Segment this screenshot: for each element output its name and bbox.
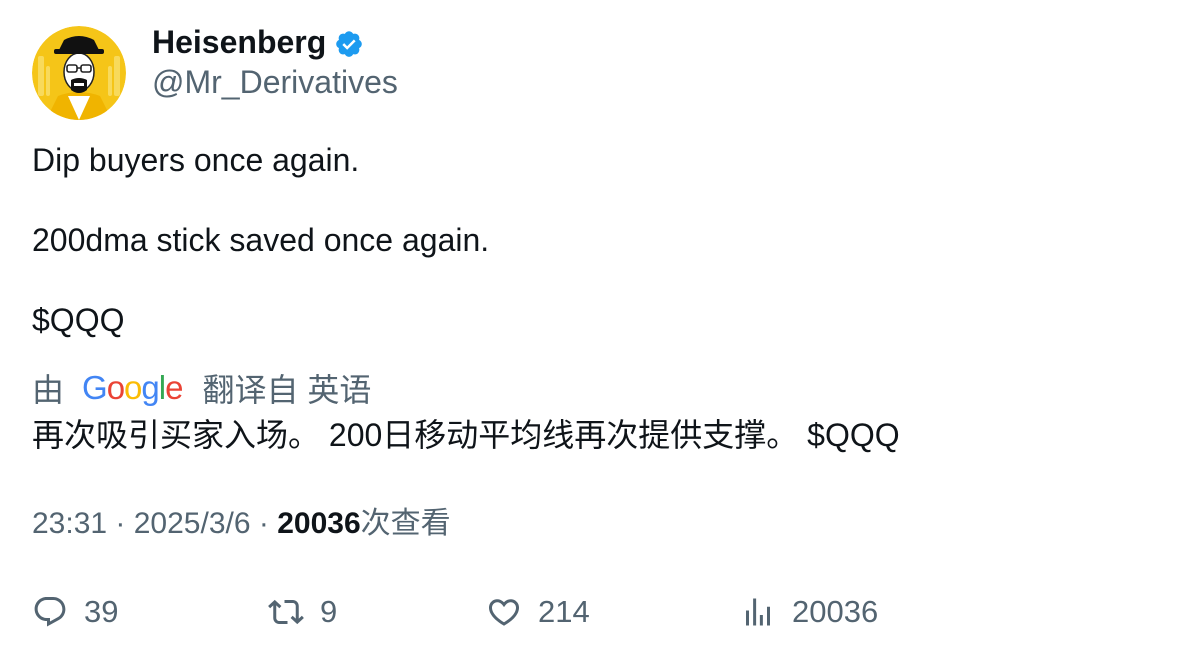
retweet-count: 9 xyxy=(320,594,338,629)
reply-count: 39 xyxy=(84,594,119,629)
author-handle[interactable]: @Mr_Derivatives xyxy=(152,64,398,100)
translated-by-label: 由 xyxy=(32,372,65,408)
verified-badge-icon[interactable] xyxy=(334,29,364,59)
views-button[interactable]: 20036 xyxy=(740,590,878,634)
meta-separator: · xyxy=(107,507,134,540)
heart-icon xyxy=(488,599,520,626)
tweet-date[interactable]: 2025/3/6 xyxy=(134,507,251,540)
views-action-count: 20036 xyxy=(792,594,879,629)
bar-chart-icon xyxy=(746,598,770,626)
views-label: 次查看 xyxy=(360,507,451,540)
tweet-time[interactable]: 23:31 xyxy=(32,507,107,540)
tweet-paragraph: Dip buyers once again. xyxy=(32,142,360,178)
tweet-paragraph: $QQQ xyxy=(32,302,125,338)
like-count: 214 xyxy=(538,594,590,629)
google-logo: Google xyxy=(82,369,183,406)
display-name[interactable]: Heisenberg xyxy=(152,24,326,60)
meta-separator: · xyxy=(250,507,278,540)
retweet-icon xyxy=(268,599,304,625)
retweet-button[interactable]: 9 xyxy=(268,590,337,634)
translation-attribution: 由 Google 翻译自 英语 xyxy=(32,366,371,410)
tweet-paragraph: 200dma stick saved once again. xyxy=(32,222,490,258)
tweet-header: Heisenberg @Mr_Derivatives xyxy=(32,24,398,124)
avatar[interactable] xyxy=(32,26,126,120)
reply-icon xyxy=(34,597,66,627)
tweet-body: Dip buyers once again. 200dma stick save… xyxy=(32,140,489,380)
action-bar: 39 9 214 20036 xyxy=(32,590,1162,634)
reply-button[interactable]: 39 xyxy=(32,590,118,634)
author-names: Heisenberg @Mr_Derivatives xyxy=(152,24,398,100)
like-button[interactable]: 214 xyxy=(486,590,590,634)
tweet-meta: 23:31 · 2025/3/6 · 20036次查看 xyxy=(32,504,451,544)
translated-from-label[interactable]: 翻译自 英语 xyxy=(202,365,371,411)
views-count: 20036 xyxy=(277,507,361,540)
display-name-row: Heisenberg xyxy=(152,24,398,60)
translated-text: 再次吸引买家入场。 200日移动平均线再次提供支撑。 $QQQ xyxy=(32,417,900,453)
avatar-image xyxy=(32,26,126,120)
